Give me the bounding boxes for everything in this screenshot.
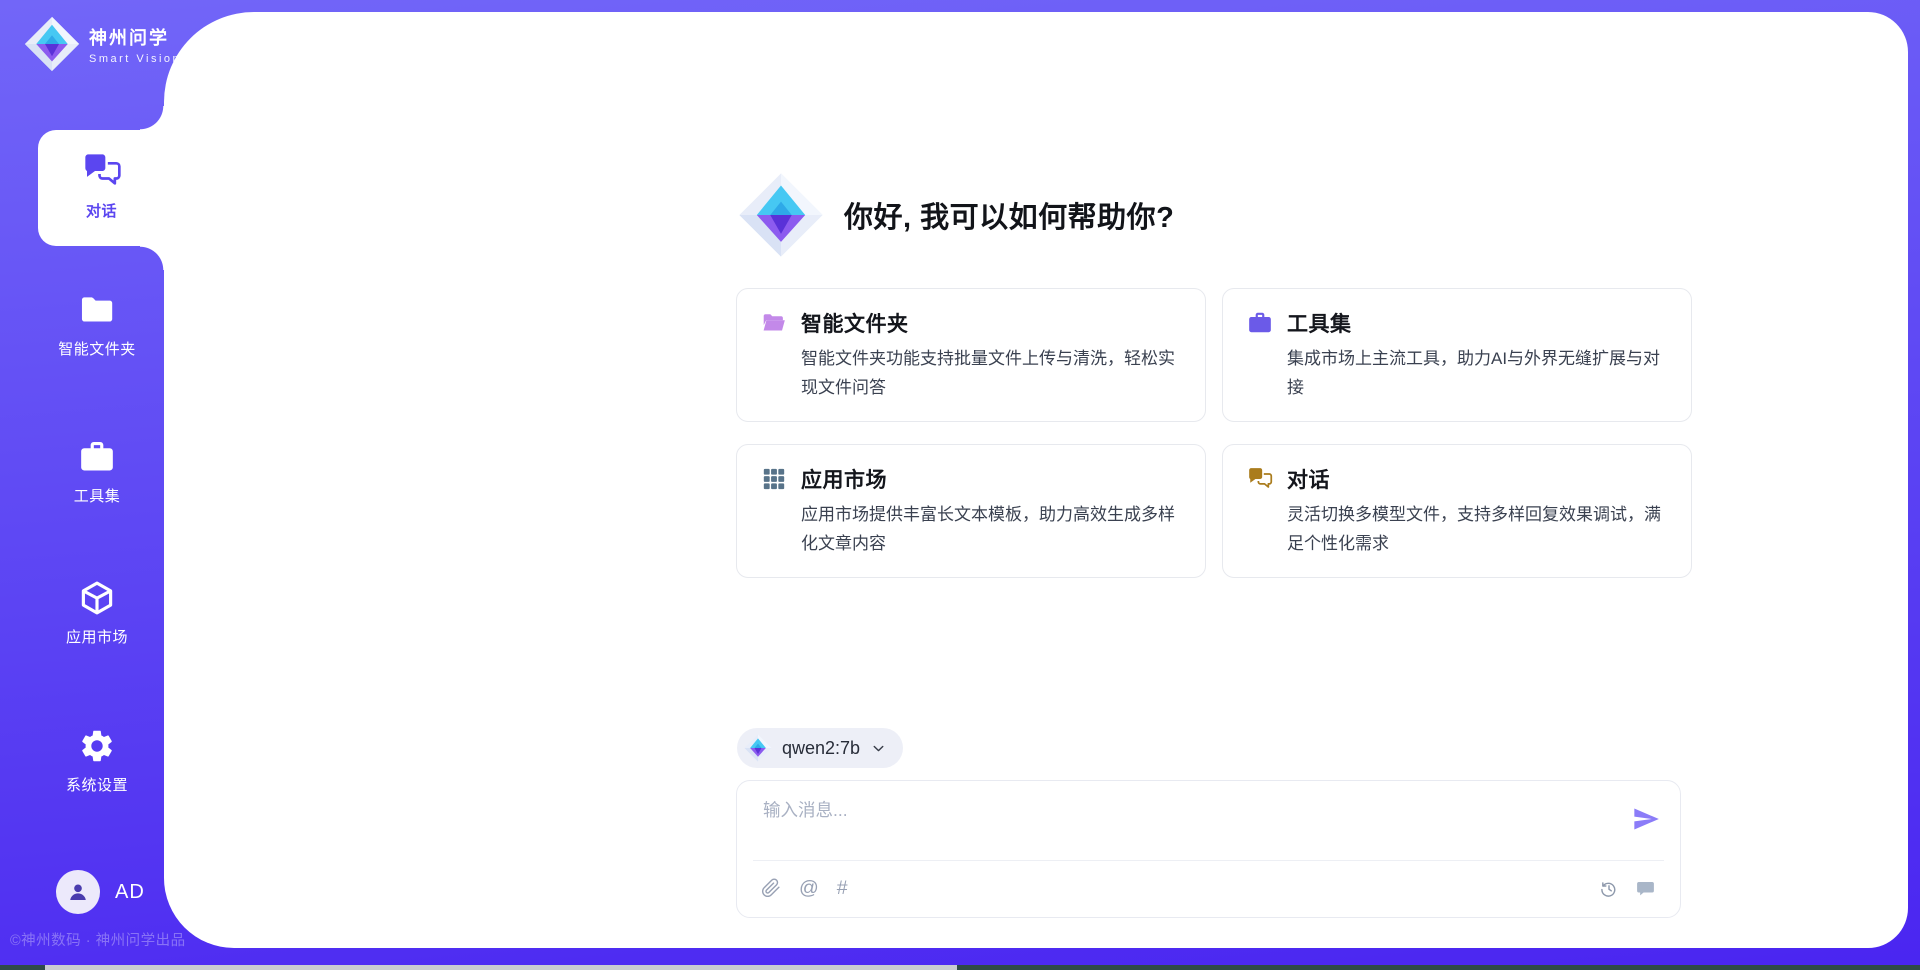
app-window: 神州问学 Smart Vision 对话 智能文件夹 工具集 应用市场 系统设置…: [0, 0, 1920, 970]
card-title: 工具集: [1287, 308, 1352, 338]
card-title: 应用市场: [801, 464, 887, 494]
sidebar-item-chat[interactable]: 对话: [38, 130, 165, 246]
horizontal-scrollbar[interactable]: [0, 965, 1920, 970]
sidebar-item-label: 应用市场: [66, 626, 128, 647]
chat-bubble-icon: [1635, 878, 1656, 899]
mention-button[interactable]: @: [799, 878, 819, 898]
sidebar-item-label: 工具集: [74, 485, 121, 506]
scrollbar-thumb[interactable]: [45, 965, 957, 970]
assistant-diamond-icon: [738, 172, 824, 258]
folder-open-icon: [761, 310, 787, 336]
feature-cards: 智能文件夹 智能文件夹功能支持批量文件上传与清洗，轻松实现文件问答 工具集 集成…: [736, 288, 1692, 578]
avatar: [56, 870, 100, 914]
active-tab-curve-bottom: [140, 246, 165, 270]
history-button[interactable]: [1599, 879, 1619, 899]
user-initials: AD: [115, 881, 145, 904]
paperclip-icon: [761, 878, 781, 898]
card-toolset[interactable]: 工具集 集成市场上主流工具，助力AI与外界无缝扩展与对接: [1222, 288, 1692, 422]
card-description: 智能文件夹功能支持批量文件上传与清洗，轻松实现文件问答: [801, 345, 1181, 403]
chevron-down-icon: [870, 740, 887, 757]
chat-icon: [82, 151, 122, 191]
sidebar-item-toolset[interactable]: 工具集: [30, 438, 164, 506]
model-selector[interactable]: qwen2:7b: [737, 728, 903, 768]
message-input[interactable]: [761, 791, 1581, 829]
brand-text: 神州问学 Smart Vision: [89, 24, 181, 65]
conversation-button[interactable]: [1635, 878, 1656, 899]
card-title: 智能文件夹: [801, 308, 909, 338]
greeting-title: 你好, 我可以如何帮助你?: [844, 194, 1174, 236]
main-panel: 你好, 我可以如何帮助你? 智能文件夹 智能文件夹功能支持批量文件上传与清洗，轻…: [164, 12, 1908, 948]
card-description: 应用市场提供丰富长文本模板，助力高效生成多样化文章内容: [801, 501, 1181, 559]
copyright: ©神州数码 · 神州问学出品: [10, 929, 186, 950]
card-smart-folder[interactable]: 智能文件夹 智能文件夹功能支持批量文件上传与清洗，轻松实现文件问答: [736, 288, 1206, 422]
card-title: 对话: [1287, 464, 1330, 494]
brand-subtitle: Smart Vision: [89, 53, 181, 65]
composer-tools-right: [1599, 878, 1656, 899]
send-button[interactable]: [1632, 805, 1660, 833]
sidebar-item-app-market[interactable]: 应用市场: [30, 579, 164, 647]
brand: 神州问学 Smart Vision: [24, 16, 181, 72]
sidebar-item-smart-folders[interactable]: 智能文件夹: [30, 291, 164, 359]
history-icon: [1599, 879, 1619, 899]
card-app-market[interactable]: 应用市场 应用市场提供丰富长文本模板，助力高效生成多样化文章内容: [736, 444, 1206, 578]
active-tab-curve-top: [140, 106, 165, 130]
person-icon: [65, 879, 91, 905]
toolbox-icon: [1247, 310, 1273, 336]
composer: @ #: [736, 780, 1681, 918]
gear-icon: [78, 727, 116, 765]
composer-divider: [753, 860, 1664, 861]
attach-button[interactable]: [761, 878, 781, 898]
grid-icon: [761, 466, 787, 492]
sidebar-item-label: 智能文件夹: [58, 338, 136, 359]
sidebar-item-settings[interactable]: 系统设置: [30, 727, 164, 795]
card-description: 集成市场上主流工具，助力AI与外界无缝扩展与对接: [1287, 345, 1667, 403]
cube-icon: [78, 579, 116, 617]
folder-icon: [78, 291, 116, 329]
brand-diamond-icon: [24, 16, 80, 72]
card-description: 灵活切换多模型文件，支持多样回复效果调试，满足个性化需求: [1287, 501, 1667, 559]
model-diamond-icon: [744, 734, 772, 762]
sidebar-item-label: 对话: [86, 200, 117, 221]
briefcase-icon: [78, 438, 116, 476]
sidebar-item-label: 系统设置: [66, 774, 128, 795]
chat-icon: [1247, 466, 1273, 492]
model-name: qwen2:7b: [782, 738, 860, 759]
brand-name: 神州问学: [89, 24, 181, 50]
greeting: 你好, 我可以如何帮助你?: [738, 172, 1174, 258]
hashtag-button[interactable]: #: [837, 878, 848, 898]
send-icon: [1632, 805, 1660, 833]
user-profile[interactable]: AD: [56, 870, 145, 914]
card-chat[interactable]: 对话 灵活切换多模型文件，支持多样回复效果调试，满足个性化需求: [1222, 444, 1692, 578]
composer-tools-left: @ #: [761, 878, 848, 898]
